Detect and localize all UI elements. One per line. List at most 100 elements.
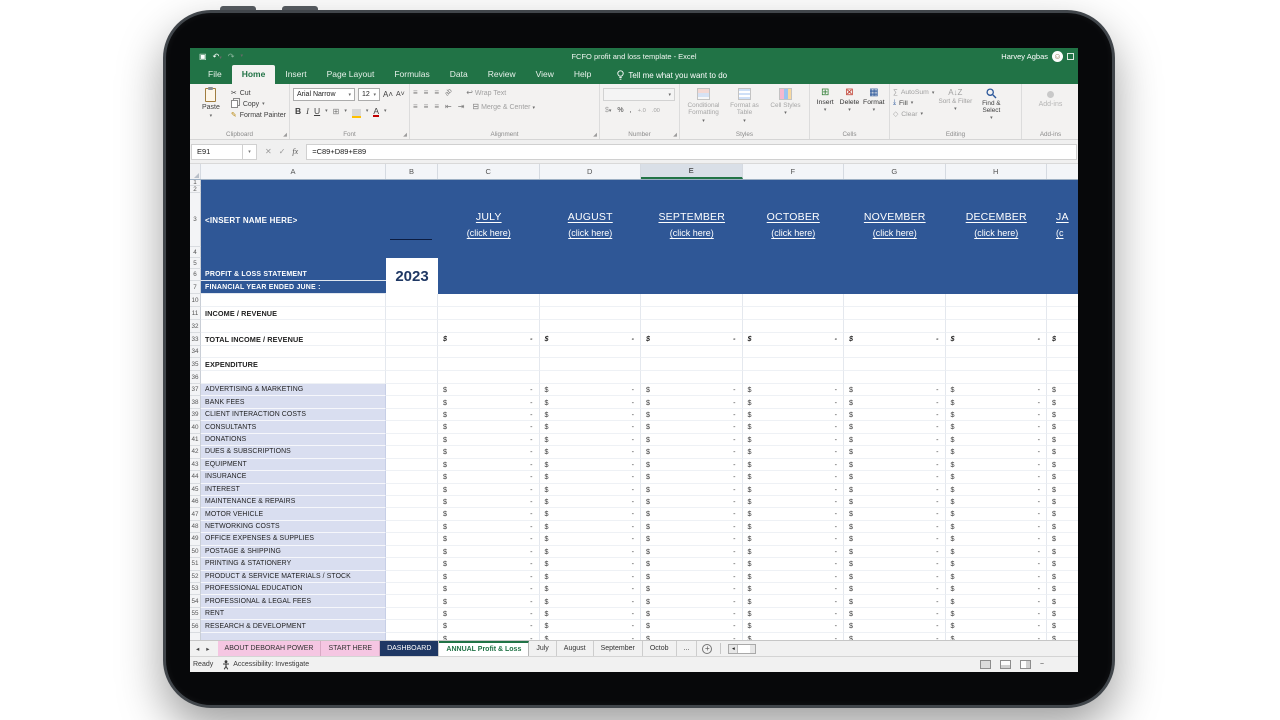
row-header[interactable]: 6 xyxy=(190,269,201,281)
value-cell[interactable] xyxy=(539,294,641,307)
ribbon-tab-formulas[interactable]: Formulas xyxy=(384,65,439,84)
month-click-here-link[interactable]: (c xyxy=(1056,228,1064,238)
value-cell-partial[interactable]: $ xyxy=(1047,446,1078,459)
value-cell[interactable]: $ - xyxy=(641,408,743,422)
income-revenue-header-cell[interactable]: INCOME / REVENUE xyxy=(201,307,386,320)
value-cell[interactable]: $ - xyxy=(844,458,946,472)
row-header[interactable]: 52 xyxy=(190,570,201,583)
row-header[interactable]: 50 xyxy=(190,545,201,559)
insert-cells-button[interactable]: ⊞ Insert ▾ xyxy=(813,88,837,128)
value-cell[interactable]: $ - xyxy=(945,471,1047,484)
value-cell[interactable]: $ - xyxy=(539,433,641,447)
select-all-corner[interactable] xyxy=(190,164,201,179)
increase-indent-icon[interactable]: ⇥ xyxy=(458,102,465,111)
ribbon-tab-data[interactable]: Data xyxy=(440,65,478,84)
row-header[interactable]: 45 xyxy=(190,483,201,496)
value-cell[interactable]: $ - xyxy=(742,520,844,534)
value-cell[interactable]: $ - xyxy=(539,471,641,484)
copy-button[interactable]: Copy ▾ xyxy=(230,100,286,108)
row-header[interactable]: 38 xyxy=(190,396,201,409)
percent-style-icon[interactable]: % xyxy=(617,107,623,114)
accounting-format-icon[interactable]: $▾ xyxy=(605,107,611,114)
column-header-h[interactable]: H xyxy=(946,164,1047,179)
value-cell[interactable]: $ - xyxy=(539,570,641,583)
value-cell[interactable]: $ - xyxy=(438,583,540,596)
row-header[interactable]: 11 xyxy=(190,307,201,320)
insert-function-icon[interactable]: fx xyxy=(292,147,298,156)
value-cell-partial[interactable]: $ xyxy=(1047,620,1078,633)
row-header[interactable]: 53 xyxy=(190,583,201,596)
value-cell[interactable]: $ - xyxy=(742,558,844,571)
month-link-cell[interactable]: JULY (click here) xyxy=(438,193,540,247)
value-cell[interactable]: $ - xyxy=(438,433,540,447)
value-cell[interactable] xyxy=(438,294,540,307)
merge-center-button[interactable]: ⊟ Merge & Center ▾ xyxy=(472,102,535,111)
font-size-combo[interactable]: 12 ▾ xyxy=(358,88,380,101)
value-cell[interactable]: $ - xyxy=(438,620,540,633)
value-cell[interactable]: $ - xyxy=(641,508,743,521)
value-cell[interactable]: $ - xyxy=(742,396,844,409)
value-cell[interactable]: $ - xyxy=(945,446,1047,459)
row-header[interactable]: 2 xyxy=(190,186,201,193)
format-cells-button[interactable]: ▦ Format ▾ xyxy=(862,88,886,128)
expense-label-cell[interactable]: ADVERTISING & MARKETING xyxy=(201,384,386,397)
value-cell[interactable]: $ - xyxy=(844,583,946,596)
value-cell-partial[interactable]: $ xyxy=(1047,633,1078,640)
row-header[interactable]: 41 xyxy=(190,433,201,447)
customize-qat-icon[interactable]: ▾ xyxy=(240,53,243,59)
expense-label-cell[interactable]: PROFESSIONAL & LEGAL FEES xyxy=(201,595,386,608)
value-cell[interactable]: $ - xyxy=(945,495,1047,509)
expense-label-cell[interactable]: DUES & SUBSCRIPTIONS xyxy=(201,446,386,459)
value-cell[interactable] xyxy=(438,307,540,320)
value-cell-partial[interactable]: $ xyxy=(1047,558,1078,571)
value-cell[interactable]: $ - xyxy=(742,620,844,633)
value-cell[interactable]: $ - xyxy=(539,558,641,571)
value-cell[interactable]: $ - xyxy=(641,570,743,583)
row-header[interactable]: 32 xyxy=(190,320,201,333)
value-cell[interactable] xyxy=(641,307,743,320)
value-cell[interactable] xyxy=(945,307,1047,320)
value-cell[interactable]: $ - xyxy=(945,483,1047,496)
sheet-tab-dashboard[interactable]: DASHBOARD xyxy=(380,641,440,656)
font-dialog-launcher[interactable]: ◢ xyxy=(403,132,407,138)
value-cell-partial[interactable]: $ xyxy=(1047,421,1078,434)
value-cell-partial[interactable]: $ xyxy=(1047,508,1078,521)
increase-decimal-icon[interactable]: +.0 xyxy=(638,108,646,114)
name-box[interactable]: E91 xyxy=(191,143,243,160)
value-cell-partial[interactable]: $ xyxy=(1047,608,1078,621)
new-sheet-icon[interactable]: + xyxy=(702,643,713,654)
value-cell[interactable]: $ - xyxy=(945,620,1047,633)
name-entry-cell[interactable] xyxy=(386,193,438,247)
decrease-decimal-icon[interactable]: .00 xyxy=(652,108,660,114)
value-cell[interactable]: $ - xyxy=(641,433,743,447)
clear-button[interactable]: ◇ Clear ▾ xyxy=(893,110,934,119)
value-cell[interactable]: $ - xyxy=(641,384,743,397)
align-right-icon[interactable]: ≡ xyxy=(434,102,439,111)
value-cell[interactable]: $ - xyxy=(945,520,1047,534)
addins-button[interactable]: Add-ins xyxy=(1039,91,1062,128)
number-format-combo[interactable]: ▾ xyxy=(603,88,675,101)
value-cell[interactable]: $ - xyxy=(844,595,946,608)
value-cell[interactable]: $ - xyxy=(539,333,641,346)
ribbon-tab-home[interactable]: Home xyxy=(231,65,276,84)
find-select-button[interactable]: Find & Select ▾ xyxy=(974,88,1008,128)
sheet-tab--[interactable]: ... xyxy=(676,641,698,656)
orientation-icon[interactable]: ab xyxy=(444,87,454,97)
value-cell[interactable]: $ - xyxy=(438,533,540,546)
value-cell[interactable]: $ - xyxy=(844,508,946,521)
value-cell[interactable]: $ - xyxy=(844,632,946,640)
value-cell[interactable]: $ - xyxy=(539,384,641,397)
row-header[interactable]: 56 xyxy=(190,620,201,633)
column-header-d[interactable]: D xyxy=(540,164,641,179)
value-cell[interactable]: $ - xyxy=(539,396,641,409)
scroll-left-icon[interactable]: ◂ xyxy=(729,644,739,653)
font-color-icon[interactable]: A xyxy=(373,106,379,117)
value-cell-partial[interactable] xyxy=(1047,307,1078,320)
expense-label-cell[interactable]: RESEARCH & DEVELOPMENT xyxy=(201,620,386,633)
value-cell[interactable]: $ - xyxy=(945,607,1047,621)
zoom-out-icon[interactable]: − xyxy=(1040,661,1044,668)
value-cell[interactable]: $ - xyxy=(641,333,743,346)
value-cell[interactable]: $ - xyxy=(945,333,1047,346)
format-painter-button[interactable]: ✎ Format Painter xyxy=(231,111,286,120)
value-cell[interactable] xyxy=(438,346,540,358)
